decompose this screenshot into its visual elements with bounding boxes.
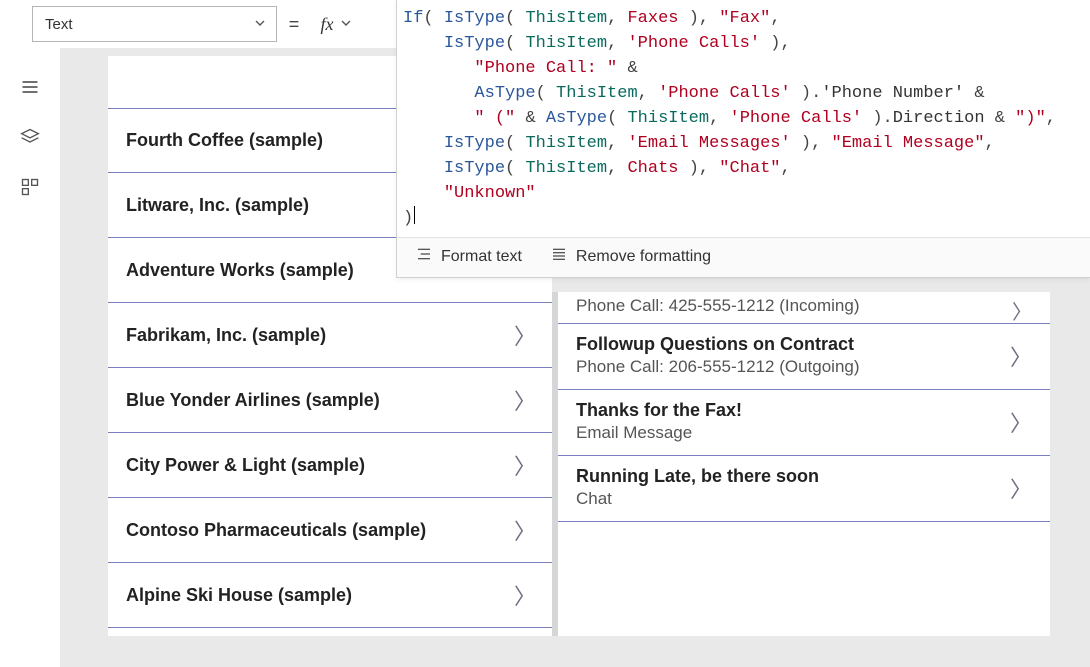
activity-row[interactable]: Running Late, be there soon Chat 〉 bbox=[558, 456, 1050, 522]
chevron-right-icon: 〉 bbox=[1010, 472, 1032, 504]
account-row[interactable]: Blue Yonder Airlines (sample) 〉 bbox=[108, 368, 552, 433]
account-row[interactable]: Fabrikam, Inc. (sample) 〉 bbox=[108, 303, 552, 368]
format-text-label: Format text bbox=[441, 248, 522, 266]
activity-subtitle: Phone Call: 206-555-1212 (Outgoing) bbox=[576, 357, 860, 377]
activity-title: Followup Questions on Contract bbox=[576, 334, 860, 355]
tree-icon[interactable] bbox=[19, 76, 41, 98]
formula-editor[interactable]: If( IsType( ThisItem, Faxes ), "Fax", Is… bbox=[396, 0, 1090, 278]
activity-subtitle: Chat bbox=[576, 489, 819, 509]
account-name: City Power & Light (sample) bbox=[126, 455, 365, 476]
caret bbox=[414, 206, 415, 224]
remove-formatting-icon bbox=[550, 246, 568, 267]
activity-subtitle: Email Message bbox=[576, 423, 742, 443]
account-name: Alpine Ski House (sample) bbox=[126, 585, 352, 606]
left-rail bbox=[0, 48, 60, 198]
chevron-right-icon: 〉 bbox=[514, 514, 536, 546]
account-row[interactable]: Contoso Pharmaceuticals (sample) 〉 bbox=[108, 498, 552, 563]
chevron-right-icon: 〉 bbox=[514, 384, 536, 416]
activity-title: Running Late, be there soon bbox=[576, 466, 819, 487]
chevron-right-icon: 〉 bbox=[514, 579, 536, 611]
account-name: Blue Yonder Airlines (sample) bbox=[126, 390, 380, 411]
activity-subtitle: Phone Call: 425-555-1212 (Incoming) bbox=[576, 296, 860, 316]
account-name: Fabrikam, Inc. (sample) bbox=[126, 325, 326, 346]
fx-label: fx bbox=[321, 14, 334, 35]
formula-toolbar: Format text Remove formatting bbox=[397, 237, 1090, 277]
activity-row[interactable]: Thanks for the Fax! Email Message 〉 bbox=[558, 390, 1050, 456]
property-dropdown[interactable]: Text bbox=[32, 6, 277, 42]
chevron-down-icon bbox=[338, 15, 354, 34]
activities-gallery[interactable]: Phone Call: 425-555-1212 (Incoming) 〉 Fo… bbox=[552, 292, 1050, 636]
layers-icon[interactable] bbox=[19, 126, 41, 148]
chevron-down-icon bbox=[252, 15, 268, 34]
account-name: Contoso Pharmaceuticals (sample) bbox=[126, 520, 426, 541]
chevron-right-icon: 〉 bbox=[1010, 340, 1032, 372]
activity-row-partial[interactable]: Phone Call: 425-555-1212 (Incoming) 〉 bbox=[558, 292, 1050, 324]
formula-text[interactable]: If( IsType( ThisItem, Faxes ), "Fax", Is… bbox=[397, 0, 1090, 237]
activity-title: Thanks for the Fax! bbox=[576, 400, 742, 421]
activity-row[interactable]: Followup Questions on Contract Phone Cal… bbox=[558, 324, 1050, 390]
remove-formatting-button[interactable]: Remove formatting bbox=[550, 246, 711, 267]
remove-formatting-label: Remove formatting bbox=[576, 248, 711, 266]
chevron-right-icon: 〉 bbox=[514, 449, 536, 481]
format-text-button[interactable]: Format text bbox=[415, 246, 522, 267]
equals-sign: = bbox=[277, 14, 311, 35]
format-text-icon bbox=[415, 246, 433, 267]
chevron-right-icon: 〉 bbox=[1012, 296, 1032, 325]
components-icon[interactable] bbox=[19, 176, 41, 198]
account-name: Fourth Coffee (sample) bbox=[126, 130, 323, 151]
chevron-right-icon: 〉 bbox=[1010, 406, 1032, 438]
fx-button[interactable]: fx bbox=[311, 6, 363, 42]
account-name: Adventure Works (sample) bbox=[126, 260, 354, 281]
account-row[interactable]: City Power & Light (sample) 〉 bbox=[108, 433, 552, 498]
account-name: Litware, Inc. (sample) bbox=[126, 195, 309, 216]
chevron-right-icon: 〉 bbox=[514, 319, 536, 351]
account-row[interactable]: Alpine Ski House (sample) 〉 bbox=[108, 563, 552, 628]
property-dropdown-value: Text bbox=[45, 16, 73, 33]
